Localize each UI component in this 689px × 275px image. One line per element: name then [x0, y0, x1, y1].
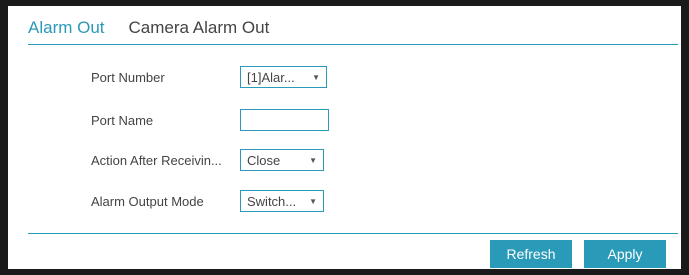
alarm-output-mode-label: Alarm Output Mode	[91, 194, 204, 209]
form-row-port-name: Port Name	[8, 109, 681, 133]
chevron-down-icon: ▼	[312, 73, 320, 82]
footer-divider	[28, 233, 678, 234]
alarm-output-mode-value: Switch...	[247, 194, 297, 209]
port-name-label: Port Name	[91, 113, 154, 128]
alarm-output-mode-select[interactable]: Switch... ▼	[240, 190, 324, 212]
chevron-down-icon: ▼	[309, 197, 317, 206]
tab-bar: Alarm Out Camera Alarm Out	[28, 10, 293, 46]
port-name-input[interactable]	[240, 109, 329, 131]
apply-button[interactable]: Apply	[584, 240, 666, 268]
action-after-receiving-select[interactable]: Close ▼	[240, 149, 324, 171]
port-number-label: Port Number	[91, 70, 165, 85]
tab-alarm-out[interactable]: Alarm Out	[28, 10, 105, 46]
port-number-select[interactable]: [1]Alar... ▼	[240, 66, 327, 88]
refresh-button[interactable]: Refresh	[490, 240, 572, 268]
tab-underline	[28, 44, 678, 45]
port-number-value: [1]Alar...	[247, 70, 295, 85]
form-row-action-after-receiving: Action After Receivin... Close ▼	[8, 149, 681, 173]
alarm-out-panel: Alarm Out Camera Alarm Out Port Number […	[0, 0, 689, 275]
tab-camera-alarm-out[interactable]: Camera Alarm Out	[129, 10, 270, 46]
action-after-receiving-value: Close	[247, 153, 281, 168]
action-after-receiving-label: Action After Receivin...	[91, 153, 222, 168]
chevron-down-icon: ▼	[309, 156, 317, 165]
form-row-alarm-output-mode: Alarm Output Mode Switch... ▼	[8, 190, 681, 214]
form-row-port-number: Port Number [1]Alar... ▼	[8, 66, 681, 90]
